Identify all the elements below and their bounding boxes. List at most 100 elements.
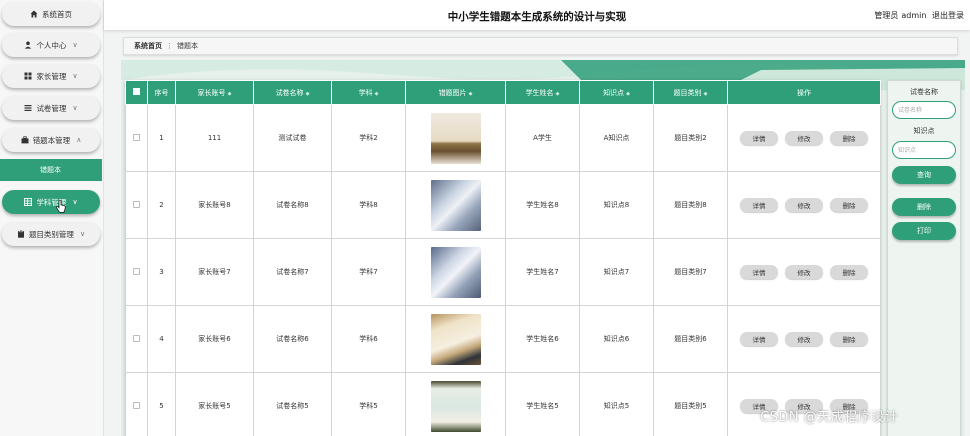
sidebar-item-error-book[interactable]: 错题本管理 ∧ xyxy=(2,128,100,152)
column-header: 序号 xyxy=(147,80,176,105)
table-row: 1 111 测试试卷 学科2 A学生 A知识点 题目类别2 详情 修改 删除 xyxy=(125,104,881,172)
cell-parent-account: 家长账号6 xyxy=(175,305,254,373)
cell-actions: 详情 修改 删除 xyxy=(727,372,881,436)
cell-actions: 详情 修改 删除 xyxy=(727,171,881,239)
error-question-thumbnail[interactable] xyxy=(430,380,481,432)
row-checkbox[interactable] xyxy=(133,200,140,208)
sidebar-item-parents[interactable]: 家长管理 ∨ xyxy=(2,64,100,88)
cell-student-name: 学生姓名8 xyxy=(505,171,580,239)
breadcrumb-home[interactable]: 系统首页 xyxy=(134,41,162,51)
select-all-checkbox[interactable] xyxy=(125,80,148,105)
cell-student-name: 学生姓名6 xyxy=(505,305,580,373)
print-button[interactable]: 打印 xyxy=(892,222,956,240)
row-checkbox[interactable] xyxy=(133,133,140,141)
detail-button[interactable]: 详情 xyxy=(740,332,778,346)
column-header[interactable]: 题目类别 ◆ xyxy=(653,80,728,105)
user-name: admin xyxy=(901,11,927,20)
column-header[interactable]: 试卷名称 ◆ xyxy=(253,80,332,105)
delete-button[interactable]: 删除 xyxy=(830,198,868,212)
cell-question-category: 题目类别5 xyxy=(653,372,728,436)
cell-question-category: 题目类别7 xyxy=(653,238,728,306)
cell-actions: 详情 修改 删除 xyxy=(727,305,881,373)
page-title: 中小学生错题本生成系统的设计与实现 xyxy=(447,11,627,23)
row-checkbox-cell[interactable] xyxy=(125,238,148,306)
error-question-thumbnail[interactable] xyxy=(430,112,481,164)
sidebar-item-question-categories[interactable]: 题目类别管理 ∨ xyxy=(2,222,100,246)
edit-button[interactable]: 修改 xyxy=(785,265,823,279)
cell-knowledge-point: 知识点5 xyxy=(579,372,654,436)
row-checkbox[interactable] xyxy=(133,401,140,409)
row-checkbox-cell[interactable] xyxy=(125,171,148,239)
logout-link[interactable]: 退出登录 xyxy=(932,11,964,20)
sidebar-item-profile[interactable]: 个人中心 ∨ xyxy=(2,33,100,57)
sidebar-subitem-error-book[interactable]: 错题本 xyxy=(0,159,102,181)
sort-icon: ◆ xyxy=(468,90,473,97)
cell-parent-account: 家长账号7 xyxy=(175,238,254,306)
row-checkbox-cell[interactable] xyxy=(125,104,148,172)
edit-button[interactable]: 修改 xyxy=(785,131,823,145)
sidebar-item-label: 题目类别管理 xyxy=(28,229,74,239)
cell-actions: 详情 修改 删除 xyxy=(727,238,881,306)
edit-button[interactable]: 修改 xyxy=(785,198,823,212)
column-header[interactable]: 家长账号 ◆ xyxy=(175,80,254,105)
user-role: 管理员 xyxy=(874,11,899,20)
error-question-thumbnail[interactable] xyxy=(430,246,481,298)
cell-image xyxy=(405,372,506,436)
error-book-table: 序号 家长账号 ◆ 试卷名称 ◆ 学科 ◆ 错题图片 ◆ 学生姓名 ◆ 知识点 ◆ 题目类别… xyxy=(125,80,881,436)
cell-index: 1 xyxy=(147,104,176,172)
column-header[interactable]: 知识点 ◆ xyxy=(579,80,654,105)
column-header[interactable]: 学科 ◆ xyxy=(331,80,406,105)
cell-subject: 学科8 xyxy=(331,171,406,239)
row-checkbox[interactable] xyxy=(133,334,140,342)
sidebar-item-home[interactable]: 系统首页 xyxy=(2,2,100,26)
watermark: CSDN @天成程序设计 xyxy=(760,410,899,425)
delete-button[interactable]: 删除 xyxy=(830,131,868,145)
sidebar-item-subjects[interactable]: 学科管理 ∨ xyxy=(2,190,100,214)
cell-subject: 学科7 xyxy=(331,238,406,306)
sidebar-subitem-label: 错题本 xyxy=(40,166,61,174)
paper-name-input[interactable] xyxy=(892,101,956,119)
cell-knowledge-point: A知识点 xyxy=(579,104,654,172)
row-checkbox-cell[interactable] xyxy=(125,305,148,373)
row-checkbox-cell[interactable] xyxy=(125,372,148,436)
sidebar-item-label: 错题本管理 xyxy=(32,135,71,145)
sort-icon: ◆ xyxy=(374,90,379,97)
detail-button[interactable]: 详情 xyxy=(740,131,778,145)
error-question-thumbnail[interactable] xyxy=(430,313,481,365)
column-header[interactable]: 错题图片 ◆ xyxy=(405,80,506,105)
chevron-down-icon: ∨ xyxy=(72,72,78,80)
list-icon xyxy=(24,104,32,112)
breadcrumb-separator: ⋮ xyxy=(166,42,173,50)
cell-paper-name: 试卷名称8 xyxy=(253,171,332,239)
cell-image xyxy=(405,305,506,373)
column-header[interactable]: 学生姓名 ◆ xyxy=(505,80,580,105)
sidebar-item-label: 试卷管理 xyxy=(36,103,67,113)
user-icon xyxy=(24,41,32,49)
sidebar-item-label: 系统首页 xyxy=(42,9,72,19)
chevron-down-icon: ∨ xyxy=(72,41,78,49)
delete-button[interactable]: 删除 xyxy=(830,332,868,346)
cell-paper-name: 试卷名称7 xyxy=(253,238,332,306)
delete-button[interactable]: 删除 xyxy=(830,265,868,279)
cell-subject: 学科2 xyxy=(331,104,406,172)
detail-button[interactable]: 详情 xyxy=(740,265,778,279)
sort-icon: ◆ xyxy=(703,90,708,97)
breadcrumb: 系统首页 ⋮ 错题本 xyxy=(123,37,958,55)
error-question-thumbnail[interactable] xyxy=(430,179,481,231)
table-row: 4 家长账号6 试卷名称6 学科6 学生姓名6 知识点6 题目类别6 详情 修改… xyxy=(125,305,881,373)
sidebar-item-papers[interactable]: 试卷管理 ∨ xyxy=(2,96,100,120)
detail-button[interactable]: 详情 xyxy=(740,198,778,212)
clipboard-icon xyxy=(17,230,25,238)
cell-index: 2 xyxy=(147,171,176,239)
paper-name-label: 试卷名称 xyxy=(910,88,938,96)
knowledge-input[interactable] xyxy=(892,141,956,159)
grid-icon xyxy=(24,72,32,80)
row-checkbox[interactable] xyxy=(133,267,140,275)
cell-knowledge-point: 知识点8 xyxy=(579,171,654,239)
search-button[interactable]: 查询 xyxy=(892,166,956,184)
cell-paper-name: 测试试卷 xyxy=(253,104,332,172)
table-row: 2 家长账号8 试卷名称8 学科8 学生姓名8 知识点8 题目类别8 详情 修改… xyxy=(125,171,881,239)
home-icon xyxy=(30,10,38,18)
batch-delete-button[interactable]: 删除 xyxy=(892,198,956,216)
edit-button[interactable]: 修改 xyxy=(785,332,823,346)
